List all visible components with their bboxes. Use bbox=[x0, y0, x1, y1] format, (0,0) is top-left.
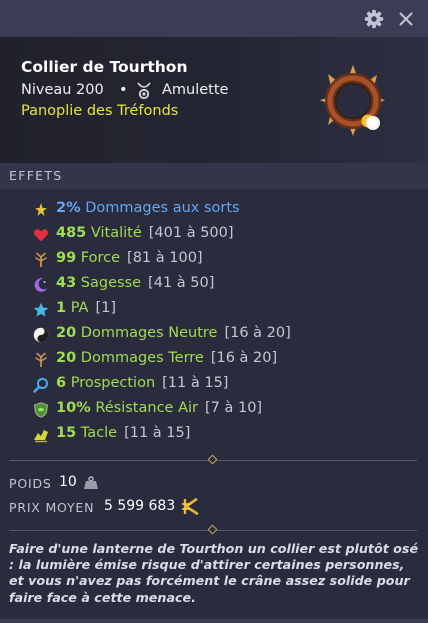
item-set-link[interactable]: Panoplie des Tréfonds bbox=[21, 103, 178, 119]
weight-icon bbox=[84, 476, 98, 489]
gear-icon[interactable] bbox=[363, 8, 385, 30]
effect-value: 43 bbox=[56, 275, 77, 291]
item-type: Amulette bbox=[162, 82, 229, 98]
effect-range: [7 à 10] bbox=[204, 400, 263, 416]
effect-value: 20 bbox=[56, 350, 77, 366]
effect-name: PA bbox=[70, 300, 89, 316]
separator-dot: • bbox=[119, 82, 128, 98]
star-icon bbox=[33, 302, 49, 317]
effect-value: 6 bbox=[56, 375, 67, 391]
moon-icon bbox=[34, 278, 48, 292]
effect-range: [11 à 15] bbox=[162, 375, 229, 391]
effect-name: Dommages Neutre bbox=[80, 325, 218, 341]
effect-value: 15 bbox=[56, 425, 77, 441]
shield-icon bbox=[34, 402, 48, 418]
effect-value: 10% bbox=[56, 400, 91, 416]
effect-range: [81 à 100] bbox=[127, 250, 203, 266]
effect-value: 1 bbox=[56, 300, 67, 316]
weight-value: 10 bbox=[59, 474, 77, 490]
effect-value: 2% bbox=[56, 200, 81, 216]
weight-label: POIDS bbox=[9, 476, 52, 491]
title-bar bbox=[0, 0, 428, 37]
window-bottom-border bbox=[0, 619, 428, 623]
price-value: 5 599 683 bbox=[104, 498, 176, 514]
effect-name: Prospection bbox=[70, 375, 156, 391]
price-label: PRIX MOYEN bbox=[9, 500, 95, 515]
effects-title: EFFETS bbox=[9, 168, 63, 183]
earth-icon bbox=[35, 352, 47, 367]
damage-spell-icon bbox=[35, 203, 47, 216]
item-description: Faire d'une lanterne de Tourthon un coll… bbox=[9, 541, 419, 605]
close-icon[interactable] bbox=[395, 8, 417, 30]
item-level: Niveau 200 bbox=[21, 82, 104, 98]
effect-range: [401 à 500] bbox=[148, 225, 234, 241]
effect-name: Résistance Air bbox=[95, 400, 198, 416]
effects-section-header bbox=[0, 163, 428, 189]
effect-range: [41 à 50] bbox=[148, 275, 215, 291]
heart-icon bbox=[34, 229, 48, 242]
kamas-icon bbox=[182, 498, 199, 515]
effect-name: Dommages aux sorts bbox=[85, 200, 240, 216]
divider-ornament bbox=[207, 454, 218, 465]
effect-range: [11 à 15] bbox=[124, 425, 191, 441]
effect-name: Dommages Terre bbox=[80, 350, 204, 366]
effect-range: [1] bbox=[95, 300, 116, 316]
magnifier-icon bbox=[33, 377, 49, 393]
effect-value: 99 bbox=[56, 250, 77, 266]
item-name: Collier de Tourthon bbox=[21, 58, 188, 76]
tackle-icon bbox=[34, 430, 48, 443]
effect-name: Force bbox=[80, 250, 121, 266]
effect-name: Vitalité bbox=[90, 225, 142, 241]
divider-ornament bbox=[207, 524, 218, 535]
effect-range: [16 à 20] bbox=[224, 325, 291, 341]
effect-name: Tacle bbox=[80, 425, 118, 441]
effect-range: [16 à 20] bbox=[210, 350, 278, 366]
amulet-icon bbox=[137, 82, 151, 100]
yin-yang-icon bbox=[33, 327, 49, 343]
effect-value: 20 bbox=[56, 325, 77, 341]
effect-value: 485 bbox=[56, 225, 87, 241]
earth-icon bbox=[35, 252, 47, 267]
spiked-collar-icon bbox=[320, 65, 385, 136]
effect-name: Sagesse bbox=[80, 275, 142, 291]
